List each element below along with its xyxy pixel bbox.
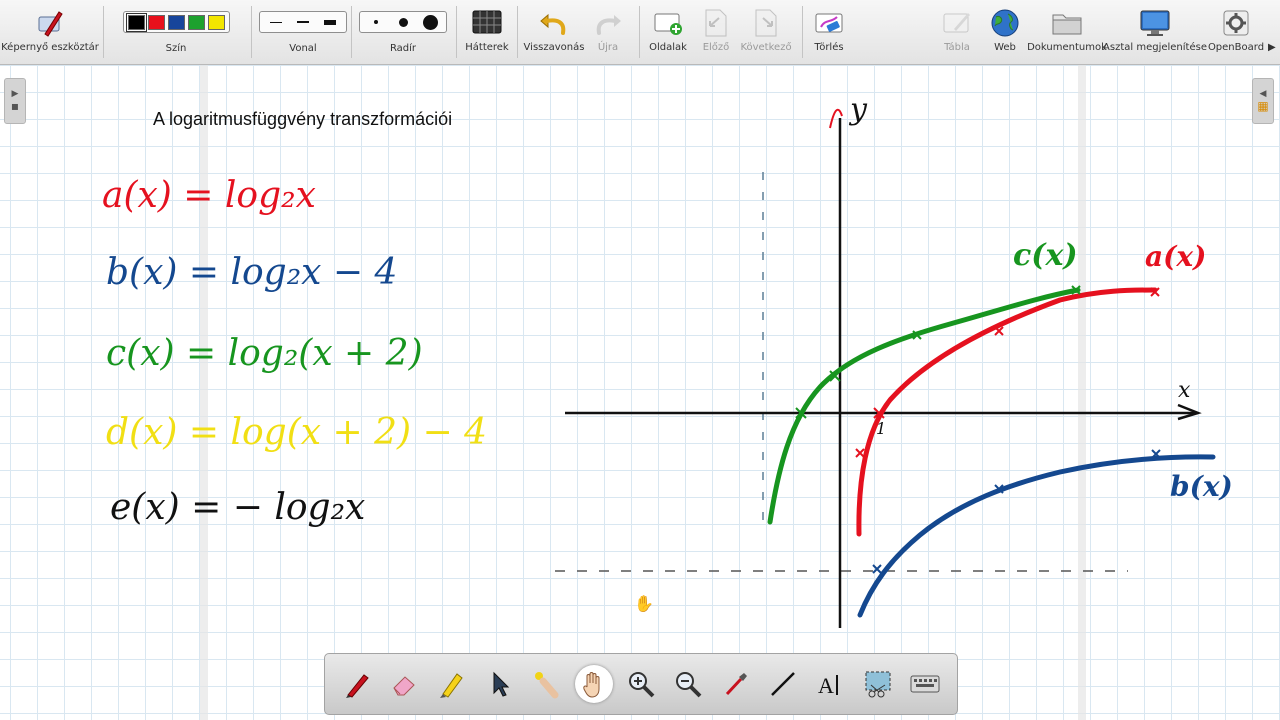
pipette-tool-button[interactable] xyxy=(717,665,755,703)
line-tool-button[interactable] xyxy=(764,665,802,703)
hand-cursor-icon: ✋ xyxy=(634,594,654,613)
pointer-tool-button[interactable] xyxy=(480,665,518,703)
keyboard-icon xyxy=(910,675,940,693)
highlighter-tool-button[interactable] xyxy=(432,665,470,703)
zoom-in-button[interactable] xyxy=(622,665,660,703)
curve-c-label: c(x) xyxy=(1013,238,1078,273)
curve-c-marks xyxy=(795,285,1081,419)
curve-b-label: b(x) xyxy=(1170,470,1233,503)
capture-tool-button[interactable] xyxy=(859,665,897,703)
capture-icon xyxy=(865,671,891,698)
y-axis-label: y xyxy=(850,92,867,127)
curve-c xyxy=(767,287,1081,525)
pen-icon xyxy=(345,674,369,698)
laser-pointer-icon xyxy=(535,672,559,699)
zoom-out-icon xyxy=(676,672,702,698)
zoom-in-icon xyxy=(628,672,655,698)
curve-b-marks xyxy=(872,449,1161,574)
x-axis-label: x xyxy=(1178,378,1191,403)
keyboard-button[interactable] xyxy=(906,665,944,703)
pen-tool-button[interactable] xyxy=(338,665,376,703)
eraser-icon xyxy=(393,676,415,696)
hand-tool-button[interactable] xyxy=(574,665,613,703)
tick-one-label: 1 xyxy=(876,419,887,438)
curve-a-marks xyxy=(855,287,1160,458)
zoom-out-button[interactable] xyxy=(669,665,707,703)
text-icon: A xyxy=(818,673,839,698)
arrow-cursor-icon xyxy=(493,671,510,697)
curve-b xyxy=(857,454,1216,618)
curve-a-label: a(x) xyxy=(1145,240,1207,273)
eraser-tool-button[interactable] xyxy=(385,665,423,703)
text-tool-button[interactable]: A xyxy=(811,665,849,703)
hand-icon xyxy=(582,672,600,698)
line-icon xyxy=(771,672,795,696)
pipette-icon xyxy=(725,673,747,696)
laser-tool-button[interactable] xyxy=(527,665,565,703)
highlighter-icon xyxy=(440,673,464,698)
stylus-toolbar: A xyxy=(324,653,958,715)
svg-text:A: A xyxy=(818,673,834,698)
